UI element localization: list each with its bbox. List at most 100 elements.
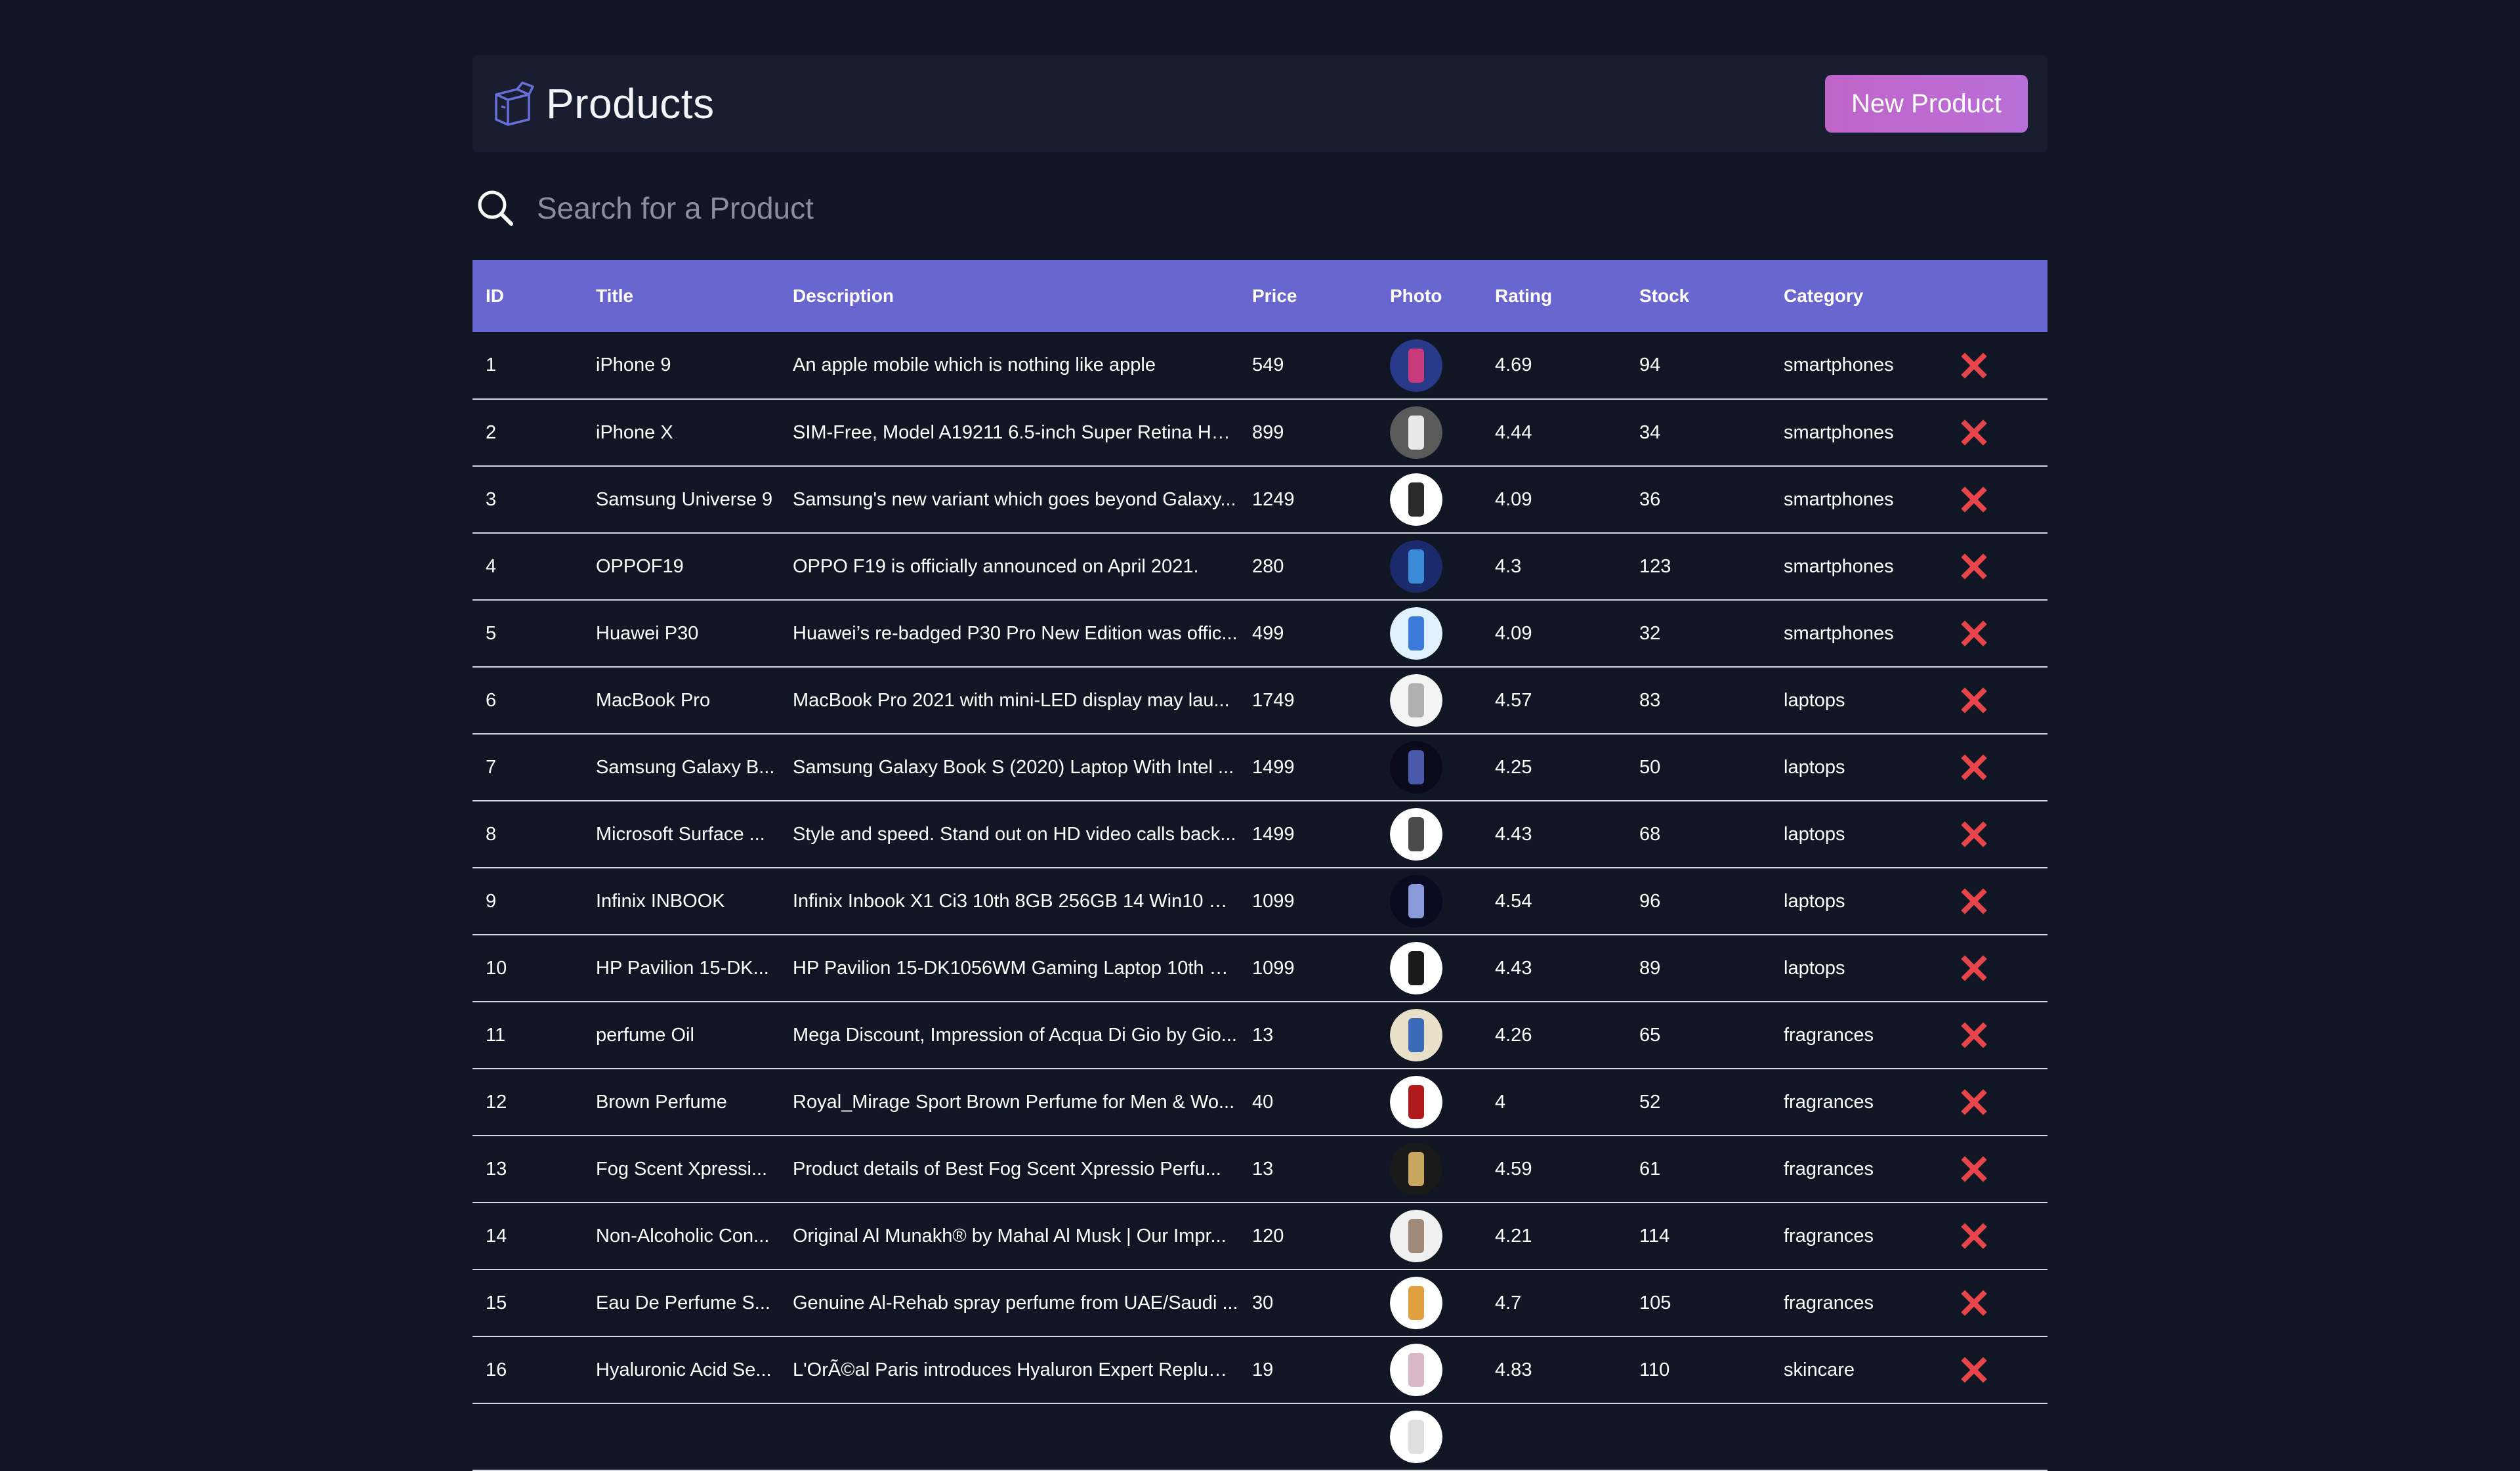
cell-id: 1	[486, 354, 497, 375]
cell-category: laptops	[1784, 823, 1845, 845]
cell-actions	[1948, 868, 2048, 935]
column-header-rating[interactable]: Rating	[1482, 260, 1626, 332]
product-photo	[1390, 808, 1442, 861]
table-row[interactable]: 11 perfume Oil Mega Discount, Impression o…	[472, 1002, 2048, 1069]
close-icon[interactable]	[1961, 553, 1987, 580]
cell-stock: 52	[1639, 1091, 1661, 1113]
cell-category: laptops	[1784, 689, 1845, 711]
close-icon[interactable]	[1961, 620, 1987, 647]
table-row[interactable]: 10 HP Pavilion 15-DK... HP Pavilion 15-DK1…	[472, 935, 2048, 1002]
column-header-description[interactable]: Description	[780, 260, 1239, 332]
cell-id: 9	[486, 890, 497, 912]
cell-price: 19	[1252, 1359, 1274, 1380]
table-row[interactable]: 1 iPhone 9 An apple mobile which is nothin…	[472, 332, 2048, 399]
cell-stock: 83	[1639, 689, 1661, 711]
close-icon[interactable]	[1961, 352, 1987, 379]
cell-price: 30	[1252, 1292, 1274, 1313]
product-photo	[1390, 473, 1442, 526]
table-row[interactable]: 13 Fog Scent Xpressi... Product details of…	[472, 1136, 2048, 1203]
cell-price: 13	[1252, 1024, 1274, 1046]
table-row[interactable]: 9 Infinix INBOOK Infinix Inbook X1 Ci3 10t…	[472, 868, 2048, 935]
cell-photo	[1377, 1002, 1482, 1069]
table-row[interactable]: 16 Hyaluronic Acid Se... L'OrÃ©al Paris in…	[472, 1336, 2048, 1403]
cell-price: 13	[1252, 1158, 1274, 1180]
column-header-price[interactable]: Price	[1239, 260, 1377, 332]
search-input[interactable]	[536, 190, 2048, 226]
table-row[interactable]: 7 Samsung Galaxy B... Samsung Galaxy Book …	[472, 734, 2048, 801]
close-icon[interactable]	[1961, 1022, 1987, 1048]
page-header: Products New Product	[472, 55, 2048, 152]
table-row[interactable]: 2 iPhone X SIM-Free, Model A19211 6.5-inch…	[472, 399, 2048, 466]
cell-description: Genuine Al-Rehab spray perfume from UAE/…	[793, 1292, 1238, 1313]
table-row[interactable]: 3 Samsung Universe 9 Samsung's new variant…	[472, 466, 2048, 533]
cell-description: SIM-Free, Model A19211 6.5-inch Super Re…	[793, 421, 1239, 443]
cell-stock: 61	[1639, 1158, 1661, 1180]
table-row[interactable]	[472, 1403, 2048, 1470]
cell-stock	[1626, 1403, 1771, 1470]
table-row[interactable]: 5 Huawei P30 Huawei’s re-badged P30 Pro Ne…	[472, 600, 2048, 667]
cell-price: 40	[1252, 1091, 1274, 1113]
cell-id: 11	[486, 1024, 506, 1046]
cell-title	[583, 1403, 780, 1470]
cell-photo	[1377, 1069, 1482, 1136]
cell-price: 899	[1252, 421, 1284, 443]
cell-description: Original Al Munakh® by Mahal Al Musk | O…	[793, 1225, 1227, 1247]
cell-category: skincare	[1784, 1359, 1855, 1380]
column-header-category[interactable]: Category	[1771, 260, 1948, 332]
close-icon[interactable]	[1961, 1223, 1987, 1249]
column-header-title[interactable]: Title	[583, 260, 780, 332]
table-row[interactable]: 4 OPPOF19 OPPO F19 is officially announced…	[472, 533, 2048, 600]
cell-rating: 4.43	[1495, 823, 1532, 845]
close-icon[interactable]	[1961, 1290, 1987, 1316]
cell-title: Non-Alcoholic Con...	[596, 1225, 770, 1247]
cell-description: HP Pavilion 15-DK1056WM Gaming Laptop 10…	[793, 957, 1239, 979]
cell-id: 10	[486, 957, 507, 979]
cell-price: 1249	[1252, 488, 1295, 510]
cell-category: smartphones	[1784, 421, 1894, 443]
column-header-photo[interactable]: Photo	[1377, 260, 1482, 332]
cell-id: 12	[486, 1091, 507, 1113]
cell-description: An apple mobile which is nothing like ap…	[793, 354, 1156, 375]
cell-rating: 4.25	[1495, 756, 1532, 778]
cell-id: 5	[486, 622, 497, 644]
close-icon[interactable]	[1961, 955, 1987, 981]
cell-stock: 68	[1639, 823, 1661, 845]
close-icon[interactable]	[1961, 419, 1987, 446]
search-icon	[475, 188, 516, 228]
product-photo	[1390, 1277, 1442, 1329]
close-icon[interactable]	[1961, 754, 1987, 780]
close-icon[interactable]	[1961, 1156, 1987, 1182]
cell-actions	[1948, 667, 2048, 734]
cell-rating: 4.54	[1495, 890, 1532, 912]
cell-price: 549	[1252, 354, 1284, 375]
cell-actions	[1948, 1203, 2048, 1269]
close-icon[interactable]	[1961, 687, 1987, 714]
cell-stock: 65	[1639, 1024, 1661, 1046]
close-icon[interactable]	[1961, 888, 1987, 914]
product-photo	[1390, 875, 1442, 927]
cell-id: 3	[486, 488, 497, 510]
cell-price: 1749	[1252, 689, 1295, 711]
column-header-stock[interactable]: Stock	[1626, 260, 1771, 332]
close-icon[interactable]	[1961, 821, 1987, 847]
cell-category: smartphones	[1784, 354, 1894, 375]
products-table: ID Title Description Price Photo Rating …	[472, 260, 2048, 1471]
close-icon[interactable]	[1961, 1089, 1987, 1115]
table-row[interactable]: 6 MacBook Pro MacBook Pro 2021 with mini-L…	[472, 667, 2048, 734]
table-row[interactable]: 8 Microsoft Surface ... Style and speed. S…	[472, 801, 2048, 868]
cell-id	[472, 1403, 583, 1470]
cell-actions	[1948, 935, 2048, 1002]
new-product-button[interactable]: New Product	[1825, 75, 2028, 133]
close-icon[interactable]	[1961, 1357, 1987, 1383]
table-row[interactable]: 14 Non-Alcoholic Con... Original Al Munakh…	[472, 1203, 2048, 1269]
product-photo	[1390, 1411, 1442, 1463]
cell-actions	[1948, 734, 2048, 801]
cell-photo	[1377, 600, 1482, 667]
close-icon[interactable]	[1961, 486, 1987, 513]
product-photo	[1390, 942, 1442, 994]
column-header-id[interactable]: ID	[472, 260, 583, 332]
cell-price: 1499	[1252, 823, 1295, 845]
table-row[interactable]: 15 Eau De Perfume S... Genuine Al-Rehab sp…	[472, 1269, 2048, 1336]
table-row[interactable]: 12 Brown Perfume Royal_Mirage Sport Brown …	[472, 1069, 2048, 1136]
cell-photo	[1377, 399, 1482, 466]
